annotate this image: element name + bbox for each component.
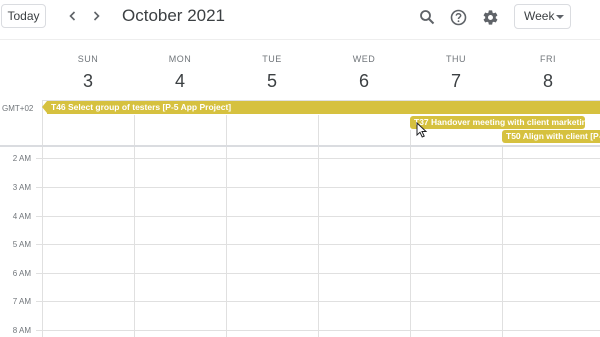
day-number[interactable]: 7 — [410, 68, 502, 94]
event-t37[interactable]: T37 Handover meeting with client marketi… — [410, 116, 585, 129]
mouse-pointer-icon — [416, 122, 428, 138]
day-number[interactable]: 6 — [318, 68, 410, 94]
caret-down-icon — [556, 15, 564, 19]
day-header-thu[interactable]: THU 7 — [410, 53, 502, 94]
time-label: 4 AM — [12, 212, 31, 221]
allday-bottom-divider — [0, 145, 600, 147]
view-switcher-dropdown[interactable]: Week — [514, 4, 571, 29]
hour-line — [36, 216, 600, 217]
event-t46[interactable]: T46 Select group of testers [P-5 App Pro… — [47, 101, 600, 114]
day-name: MON — [168, 54, 192, 64]
time-label: 2 AM — [12, 154, 31, 163]
day-header-sun[interactable]: SUN 3 — [42, 53, 134, 94]
hour-line — [36, 301, 600, 302]
header-divider — [0, 39, 600, 40]
column-divider — [318, 115, 319, 337]
hour-line — [36, 330, 600, 331]
search-button[interactable] — [416, 6, 438, 28]
day-number[interactable]: 4 — [134, 68, 226, 94]
timezone-label: GMT+02 — [2, 104, 34, 113]
column-divider — [410, 130, 411, 337]
help-button[interactable] — [447, 6, 469, 28]
hour-line — [36, 244, 600, 245]
day-header-fri[interactable]: FRI 8 — [502, 53, 594, 94]
settings-button[interactable] — [479, 6, 501, 28]
hour-line — [36, 273, 600, 274]
view-switcher-label: Week — [524, 9, 555, 23]
time-label: 7 AM — [12, 297, 31, 306]
time-label: 5 AM — [12, 240, 31, 249]
help-icon — [450, 9, 466, 25]
day-name: WED — [352, 54, 376, 64]
calendar-header: Today October 2021 Week — [0, 0, 600, 34]
hour-line — [36, 158, 600, 159]
column-divider — [134, 115, 135, 337]
time-label: 8 AM — [12, 326, 31, 335]
next-week-button[interactable] — [87, 7, 105, 25]
time-label: 3 AM — [12, 183, 31, 192]
day-header-wed[interactable]: WED 6 — [318, 53, 410, 94]
chevron-left-icon — [69, 11, 76, 21]
search-icon — [420, 10, 435, 25]
event-t50[interactable]: T50 Align with client [P-5 — [502, 130, 600, 143]
calendar-week-view: Today October 2021 Week SUN 3 MON 4 TUE … — [0, 0, 600, 337]
day-name: THU — [446, 54, 466, 64]
hour-line — [36, 187, 600, 188]
chevron-right-icon — [93, 11, 100, 21]
day-name: TUE — [262, 54, 282, 64]
time-label: 6 AM — [12, 269, 31, 278]
month-title: October 2021 — [122, 6, 226, 25]
column-divider — [226, 115, 227, 337]
day-header-tue[interactable]: TUE 5 — [226, 53, 318, 94]
day-header-mon[interactable]: MON 4 — [134, 53, 226, 94]
day-name: SUN — [77, 54, 99, 64]
day-number[interactable]: 8 — [502, 68, 594, 94]
previous-week-button[interactable] — [64, 7, 82, 25]
day-name: FRI — [540, 54, 556, 64]
gear-icon — [483, 9, 497, 25]
day-number[interactable]: 5 — [226, 68, 318, 94]
column-divider — [502, 145, 503, 337]
day-number[interactable]: 3 — [42, 68, 134, 94]
today-button[interactable]: Today — [1, 4, 46, 28]
